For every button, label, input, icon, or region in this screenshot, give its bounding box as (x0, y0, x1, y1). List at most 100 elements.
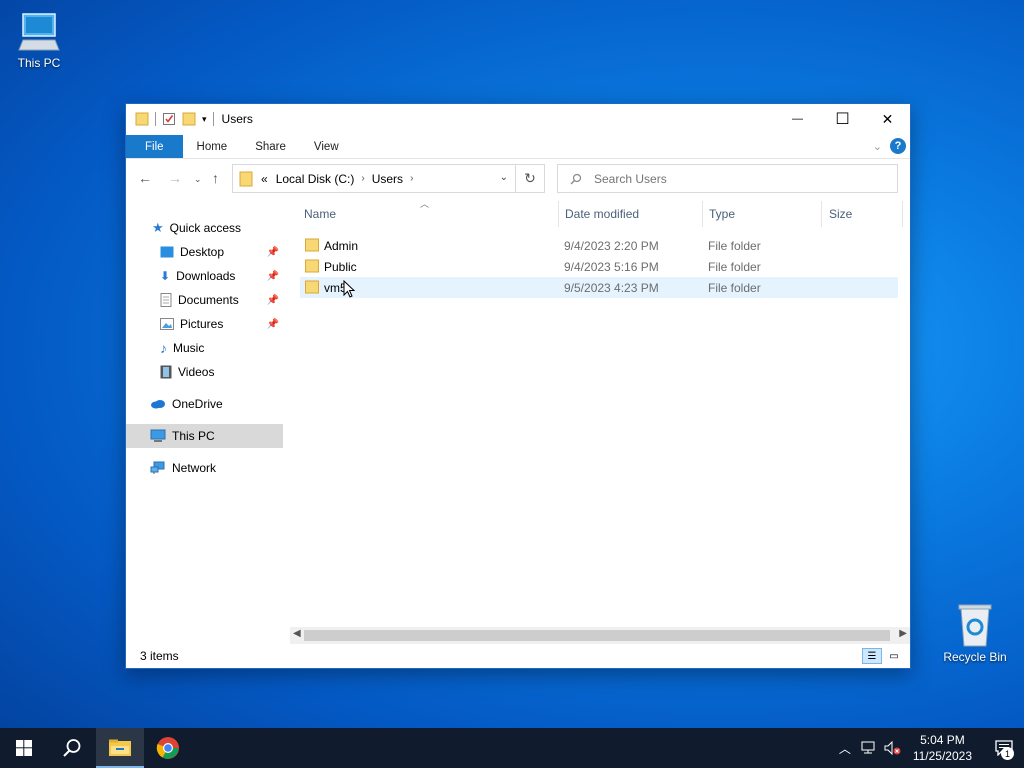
volume-muted-icon[interactable] (881, 741, 905, 755)
nav-label: Desktop (180, 245, 225, 259)
column-divider[interactable] (902, 201, 903, 227)
desktop-icon (160, 246, 174, 258)
maximize-button[interactable]: ☐ (820, 104, 865, 134)
computer-icon (18, 13, 60, 51)
tab-share[interactable]: Share (241, 135, 300, 158)
up-arrow-icon[interactable]: ↑ (212, 170, 219, 186)
breadcrumb-users[interactable]: Users (372, 172, 403, 186)
tab-file[interactable]: File (126, 135, 183, 158)
nav-onedrive[interactable]: OneDrive (126, 392, 283, 416)
nav-pictures[interactable]: Pictures 📌 (126, 312, 283, 336)
file-name: Admin (324, 238, 359, 253)
large-icons-view-button[interactable]: ▭ (884, 648, 904, 664)
cloud-icon (150, 399, 166, 409)
divider (212, 112, 214, 126)
tab-home[interactable]: Home (183, 135, 242, 158)
nav-videos[interactable]: Videos (126, 360, 283, 384)
status-bar: 3 items ☰ ▭ (126, 644, 910, 668)
nav-music[interactable]: ♪ Music (126, 336, 283, 360)
minimize-button[interactable]: — (775, 104, 820, 134)
nav-label: Downloads (176, 269, 236, 283)
column-header-name[interactable]: Name (304, 199, 336, 229)
help-icon[interactable]: ? (890, 138, 906, 154)
taskbar: ︿ 5:04 PM 11/25/2023 1 (0, 728, 1024, 768)
address-bar[interactable]: « Local Disk (C:) › Users › ⌄ (232, 164, 545, 193)
music-note-icon: ♪ (160, 340, 167, 356)
pin-icon[interactable]: 📌 (267, 247, 279, 258)
scroll-left-icon[interactable]: ◀ (293, 628, 301, 639)
nav-quick-access[interactable]: ★ Quick access (126, 216, 283, 240)
show-hidden-icons-chevron-icon[interactable]: ︿ (833, 740, 857, 757)
nav-label: This PC (172, 429, 215, 443)
column-divider[interactable] (702, 201, 703, 227)
column-divider[interactable] (558, 201, 559, 227)
breadcrumb-overflow-icon[interactable]: « (261, 172, 268, 186)
horizontal-scrollbar[interactable]: ◀ ▶ (290, 627, 910, 644)
taskbar-chrome[interactable] (144, 728, 192, 768)
pin-icon[interactable]: 📌 (267, 319, 279, 330)
nav-this-pc[interactable]: This PC (126, 424, 283, 448)
column-header-size[interactable]: Size (829, 199, 852, 229)
pin-icon[interactable]: 📌 (267, 295, 279, 306)
file-date: 9/5/2023 4:23 PM (564, 280, 659, 295)
column-divider[interactable] (821, 201, 822, 227)
new-folder-icon[interactable] (182, 112, 196, 126)
close-button[interactable]: ✕ (865, 104, 910, 134)
sort-ascending-icon: ︿ (420, 199, 430, 209)
back-arrow-icon[interactable]: ← (138, 170, 152, 186)
details-view-button[interactable]: ☰ (862, 648, 882, 664)
nav-network[interactable]: Network (126, 456, 283, 480)
customize-qat-chevron-icon[interactable]: ▾ (202, 114, 207, 125)
scrollbar-thumb[interactable] (304, 630, 890, 641)
network-icon[interactable] (857, 741, 881, 755)
navigation-pane: ★ Quick access Desktop 📌 ⬇ Downloads 📌 D… (126, 216, 283, 642)
pin-icon[interactable]: 📌 (267, 271, 279, 282)
taskbar-file-explorer[interactable] (96, 728, 144, 768)
minimize-icon: — (792, 113, 803, 125)
notification-badge: 1 (1001, 747, 1014, 760)
start-button[interactable] (0, 728, 48, 768)
maximize-icon: ☐ (835, 111, 850, 128)
column-header-date-modified[interactable]: Date modified (565, 199, 639, 229)
nav-label: Quick access (169, 221, 242, 235)
folder-icon (239, 171, 253, 186)
folder-icon (305, 259, 319, 273)
tab-view[interactable]: View (300, 135, 353, 158)
nav-downloads[interactable]: ⬇ Downloads 📌 (126, 264, 283, 288)
desktop-icon-recycle-bin[interactable]: Recycle Bin (937, 602, 1013, 664)
desktop-icon-label: This PC (17, 56, 61, 70)
scroll-right-icon[interactable]: ▶ (899, 628, 907, 639)
action-center-button[interactable]: 1 (984, 728, 1024, 768)
nav-documents[interactable]: Documents 📌 (126, 288, 283, 312)
title-bar[interactable]: ▾ Users — ☐ ✕ (126, 104, 910, 134)
film-icon (160, 365, 172, 379)
refresh-icon: ↻ (524, 170, 536, 186)
ribbon-tabs: File Home Share View ⌄ ? (126, 135, 910, 159)
refresh-button[interactable]: ↻ (515, 164, 545, 193)
expand-ribbon-chevron-icon[interactable]: ⌄ (873, 140, 882, 153)
clock[interactable]: 5:04 PM 11/25/2023 (913, 732, 972, 764)
column-header-type[interactable]: Type (709, 199, 735, 229)
window-title: Users (221, 112, 253, 126)
file-name: Public (324, 259, 357, 274)
search-button[interactable] (48, 728, 96, 768)
quick-access-toolbar: ▾ (135, 112, 214, 126)
file-date: 9/4/2023 5:16 PM (564, 259, 659, 274)
properties-icon[interactable] (162, 112, 176, 126)
nav-desktop[interactable]: Desktop 📌 (126, 240, 283, 264)
recent-locations-chevron-icon[interactable]: ⌄ (194, 174, 202, 185)
table-row[interactable]: Admin 9/4/2023 2:20 PM File folder (300, 235, 898, 256)
desktop-icon-this-pc[interactable]: This PC (1, 10, 77, 70)
table-row[interactable]: vm5 9/5/2023 4:23 PM File folder (300, 277, 898, 298)
table-row[interactable]: Public 9/4/2023 5:16 PM File folder (300, 256, 898, 277)
search-input[interactable] (594, 171, 874, 186)
breadcrumb-separator-icon[interactable]: › (410, 173, 413, 184)
nav-label: Videos (178, 365, 215, 379)
search-box[interactable] (557, 164, 898, 193)
forward-arrow-icon[interactable]: → (168, 170, 182, 186)
breadcrumb-local-disk[interactable]: Local Disk (C:) (276, 172, 355, 186)
nav-label: Music (173, 341, 205, 355)
address-dropdown-chevron-icon[interactable]: ⌄ (500, 172, 508, 183)
file-date: 9/4/2023 2:20 PM (564, 238, 659, 253)
breadcrumb-separator-icon[interactable]: › (361, 173, 364, 184)
